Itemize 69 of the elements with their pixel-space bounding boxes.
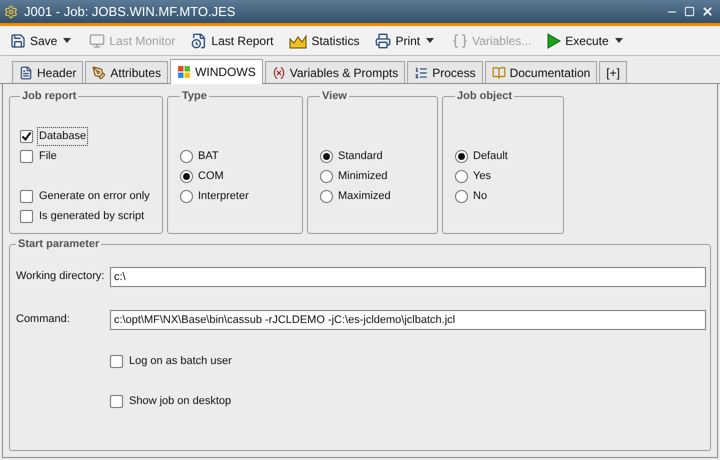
checkbox-label: Log on as batch user: [129, 354, 232, 370]
group-title: Job object: [456, 89, 514, 104]
tab[interactable]: WINDOWS: [170, 59, 263, 84]
window-title: J001 - Job: JOBS.WIN.MF.MTO.JES: [24, 2, 236, 21]
report-clock-icon: [191, 32, 208, 48]
text-field[interactable]: c:\opt\MF\NX\Base\bin\cassub -rJCLDEMO -jC:\es-jcldemo\jclbatch.jcl: [110, 310, 706, 330]
tab[interactable]: Process: [407, 61, 483, 83]
radio-button[interactable]: [320, 190, 333, 203]
play-icon: [547, 32, 562, 48]
tab[interactable]: Documentation: [484, 61, 598, 83]
pen-icon: [92, 66, 106, 80]
tab[interactable]: Variables & Prompts: [264, 61, 406, 83]
caret-icon[interactable]: [426, 38, 434, 43]
group-title: Type: [181, 89, 208, 104]
checkbox-label: Database: [37, 127, 88, 146]
checkbox[interactable]: [20, 130, 33, 143]
radio-label: Standard: [338, 149, 383, 164]
radio-button[interactable]: [320, 170, 333, 183]
checkbox[interactable]: [20, 210, 33, 223]
braces-icon: [452, 32, 468, 48]
monitor-icon: [89, 32, 106, 48]
radio-button[interactable]: [180, 190, 193, 203]
radio-button[interactable]: [180, 150, 193, 163]
tab[interactable]: Attributes: [85, 61, 168, 83]
toolbar-button[interactable]: Execute: [545, 32, 611, 50]
checkbox[interactable]: [20, 190, 33, 203]
text-field[interactable]: c:\: [110, 266, 706, 286]
list-icon: [414, 66, 428, 80]
toolbar-button[interactable]: Save: [8, 32, 60, 50]
radio-label: BAT: [198, 149, 219, 164]
caret-icon[interactable]: [63, 38, 72, 43]
checkbox[interactable]: [110, 355, 123, 368]
checkbox[interactable]: [110, 395, 123, 408]
windows-logo-icon: [177, 65, 192, 79]
group-title: Job report: [21, 89, 78, 104]
caret-icon[interactable]: [614, 38, 623, 43]
close-icon[interactable]: [701, 5, 714, 18]
field-label: Working directory:: [16, 269, 106, 284]
radio-label: Yes: [473, 169, 491, 184]
radio-button[interactable]: [180, 170, 193, 183]
group-title: View: [321, 89, 348, 104]
printer-icon: [375, 32, 392, 48]
checkbox[interactable]: [20, 150, 33, 163]
toolbar-button[interactable]: Print: [373, 32, 422, 50]
tab[interactable]: Header: [12, 61, 84, 83]
radio-label: Minimized: [338, 169, 388, 184]
radio-label: Maximized: [338, 189, 391, 204]
tab[interactable]: [+]: [599, 61, 627, 83]
group-title: Start parameter: [17, 237, 100, 252]
checkbox-label: File: [38, 149, 58, 164]
document-info-icon: [19, 66, 33, 80]
checkbox-label: Generate on error only: [38, 189, 151, 204]
book-icon: [492, 66, 506, 80]
checkbox-label: Is generated by script: [38, 209, 146, 224]
radio-label: No: [473, 189, 488, 204]
toolbar-button[interactable]: Last Report: [189, 32, 276, 50]
variable-icon: [272, 66, 286, 80]
checkbox-label: Show job on desktop: [129, 394, 232, 410]
radio-label: COM: [198, 169, 224, 184]
field-label: Command:: [16, 312, 71, 328]
radio-button[interactable]: [455, 150, 468, 163]
toolbar-button[interactable]: Statistics: [287, 32, 362, 50]
radio-button[interactable]: [320, 150, 333, 163]
radio-button[interactable]: [455, 170, 468, 183]
radio-label: Default: [473, 149, 508, 164]
radio-label: Interpreter: [198, 189, 249, 204]
maximize-icon[interactable]: [684, 6, 695, 17]
radio-button[interactable]: [455, 190, 468, 203]
gear-icon: [4, 4, 18, 18]
